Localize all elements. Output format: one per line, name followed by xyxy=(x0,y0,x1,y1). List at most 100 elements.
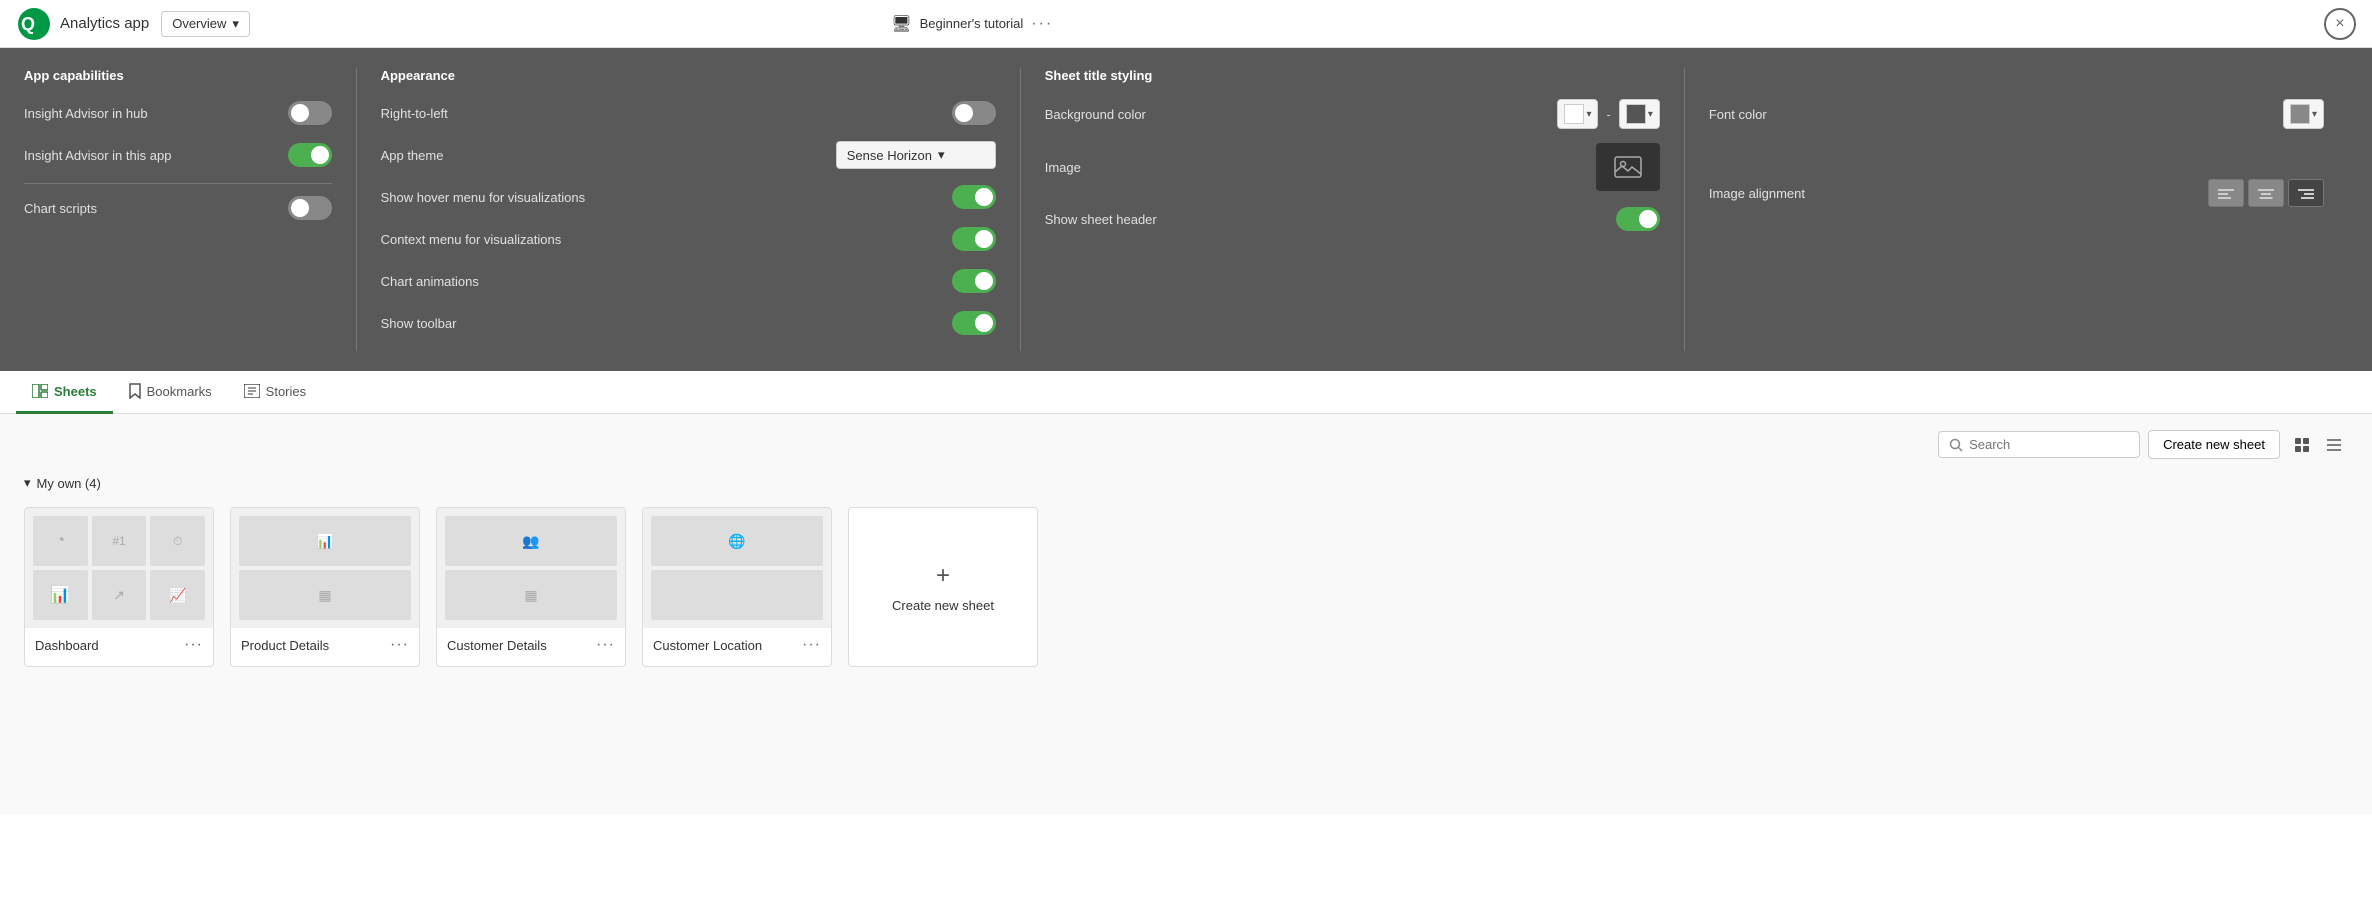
background-color-row: Background color ▾ - ▾ xyxy=(1045,99,1660,129)
content-toolbar: Create new sheet xyxy=(24,430,2348,459)
sheet-card-customer-location[interactable]: 🌐 Customer Location ··· xyxy=(642,507,832,667)
grid-view-icon xyxy=(2295,438,2309,452)
appearance-title: Appearance xyxy=(381,68,996,83)
rtl-row: Right-to-left xyxy=(381,99,996,127)
sheet-thumbnail-product-details: 📊 ▦ xyxy=(231,508,419,628)
sheet-more-dashboard[interactable]: ··· xyxy=(184,636,203,654)
thumb-cell: ↗ xyxy=(92,570,147,620)
sheet-card-dashboard[interactable]: ◔ #1 ⏱ 📊 ↗ 📈 Dashboard ··· xyxy=(24,507,214,667)
search-input[interactable] xyxy=(1969,437,2129,452)
insight-advisor-hub-label: Insight Advisor in hub xyxy=(24,106,148,121)
color-swatch-dark xyxy=(1626,104,1646,124)
sheet-card-customer-details[interactable]: 👥 ▦ Customer Details ··· xyxy=(436,507,626,667)
show-toolbar-row: Show toolbar xyxy=(381,309,996,337)
thumb-cell xyxy=(651,570,823,620)
align-center-button[interactable] xyxy=(2248,179,2284,207)
sheet-name-customer-details: Customer Details xyxy=(447,638,547,653)
thumb-cell: 📈 xyxy=(150,570,205,620)
align-right-icon xyxy=(2298,187,2314,199)
align-right-button[interactable] xyxy=(2288,179,2324,207)
more-options-button[interactable]: ··· xyxy=(1031,15,1053,33)
plus-icon: + xyxy=(936,562,950,590)
create-new-sheet-card[interactable]: + Create new sheet xyxy=(848,507,1038,667)
tab-bookmarks[interactable]: Bookmarks xyxy=(113,371,228,414)
tab-bookmarks-label: Bookmarks xyxy=(147,384,212,399)
insight-advisor-app-label: Insight Advisor in this app xyxy=(24,148,171,163)
insight-advisor-hub-row: Insight Advisor in hub xyxy=(24,99,332,127)
tab-stories[interactable]: Stories xyxy=(228,372,322,414)
section-label: My own (4) xyxy=(37,476,101,491)
sheet-title-section: Sheet title styling Background color ▾ -… xyxy=(1020,68,1684,351)
background-color-label: Background color xyxy=(1045,107,1146,122)
tab-stories-label: Stories xyxy=(266,384,306,399)
rtl-toggle[interactable] xyxy=(952,101,996,125)
sheet-more-customer-location[interactable]: ··· xyxy=(802,636,821,654)
tab-sheets-label: Sheets xyxy=(54,384,97,399)
sheet-more-customer-details[interactable]: ··· xyxy=(596,636,615,654)
tab-sheets[interactable]: Sheets xyxy=(16,372,113,414)
nav-center: 🖥 Beginner's tutorial ··· xyxy=(891,14,1053,34)
thumb-cell: ▦ xyxy=(445,570,617,620)
bottom-tabs: Sheets Bookmarks Stories xyxy=(0,371,2372,414)
insight-advisor-app-row: Insight Advisor in this app xyxy=(24,141,332,169)
close-button[interactable]: × xyxy=(2324,8,2356,40)
chart-animations-toggle[interactable] xyxy=(952,269,996,293)
context-menu-toggle[interactable] xyxy=(952,227,996,251)
create-sheet-button[interactable]: Create new sheet xyxy=(2148,430,2280,459)
sheets-grid: ◔ #1 ⏱ 📊 ↗ 📈 Dashboard ··· 📊 ▦ xyxy=(24,507,2348,667)
view-buttons xyxy=(2288,431,2348,459)
image-icon xyxy=(1614,156,1642,178)
sheet-thumbnail-dashboard: ◔ #1 ⏱ 📊 ↗ 📈 xyxy=(25,508,213,628)
align-left-button[interactable] xyxy=(2208,179,2244,207)
my-own-section-header[interactable]: ▾ My own (4) xyxy=(24,475,2348,491)
app-theme-row: App theme Sense Horizon ▾ xyxy=(381,141,996,169)
app-capabilities-title: App capabilities xyxy=(24,68,332,83)
appearance-section: Appearance Right-to-left App theme Sense… xyxy=(356,68,1020,351)
show-sheet-header-toggle[interactable] xyxy=(1616,207,1660,231)
thumb-cell: 📊 xyxy=(239,516,411,566)
sheet-card-product-details[interactable]: 📊 ▦ Product Details ··· xyxy=(230,507,420,667)
rtl-label: Right-to-left xyxy=(381,106,448,121)
insight-advisor-app-toggle[interactable] xyxy=(288,143,332,167)
context-menu-label: Context menu for visualizations xyxy=(381,232,562,247)
sheet-footer-product-details: Product Details ··· xyxy=(231,628,419,662)
thumb-cell: 🌐 xyxy=(651,516,823,566)
background-color-picker-2[interactable]: ▾ xyxy=(1619,99,1660,129)
context-menu-row: Context menu for visualizations xyxy=(381,225,996,253)
image-upload-box[interactable] xyxy=(1596,143,1660,191)
image-row: Image xyxy=(1045,143,1660,191)
sheet-footer-customer-location: Customer Location ··· xyxy=(643,628,831,662)
hover-menu-toggle[interactable] xyxy=(952,185,996,209)
chevron-down-icon: ▾ xyxy=(2312,109,2317,120)
insight-advisor-hub-toggle[interactable] xyxy=(288,101,332,125)
font-color-picker[interactable]: ▾ xyxy=(2283,99,2324,129)
sheet-thumbnail-customer-details: 👥 ▦ xyxy=(437,508,625,628)
background-color-picker-1[interactable]: ▾ xyxy=(1557,99,1598,129)
color-dash: - xyxy=(1606,107,1610,122)
nav-dropdown[interactable]: Overview ▾ xyxy=(161,11,250,37)
chevron-down-icon: ▾ xyxy=(1648,109,1653,120)
chart-scripts-row: Chart scripts xyxy=(24,194,332,222)
content-area: Create new sheet ▾ My own (4) xyxy=(0,414,2372,814)
sheet-name-customer-location: Customer Location xyxy=(653,638,762,653)
font-color-swatch xyxy=(2290,104,2310,124)
list-view-button[interactable] xyxy=(2320,431,2348,459)
show-toolbar-toggle[interactable] xyxy=(952,311,996,335)
color-swatch-white xyxy=(1564,104,1584,124)
grid-view-button[interactable] xyxy=(2288,431,2316,459)
thumb-cell: ▦ xyxy=(239,570,411,620)
hover-menu-label: Show hover menu for visualizations xyxy=(381,190,586,205)
close-icon: × xyxy=(2335,15,2344,33)
font-color-row: Font color ▾ xyxy=(1709,99,2324,129)
chart-scripts-toggle[interactable] xyxy=(288,196,332,220)
qlik-logo: Q Analytics app xyxy=(16,6,149,42)
sheet-thumbnail-customer-location: 🌐 xyxy=(643,508,831,628)
show-toolbar-label: Show toolbar xyxy=(381,316,457,331)
app-theme-dropdown[interactable]: Sense Horizon ▾ xyxy=(836,141,996,169)
sheets-icon xyxy=(32,384,48,398)
tutorial-button[interactable]: Beginner's tutorial xyxy=(920,16,1024,31)
app-theme-label: App theme xyxy=(381,148,444,163)
chevron-down-icon: ▾ xyxy=(938,147,945,163)
sheet-more-product-details[interactable]: ··· xyxy=(390,636,409,654)
divider xyxy=(24,183,332,184)
